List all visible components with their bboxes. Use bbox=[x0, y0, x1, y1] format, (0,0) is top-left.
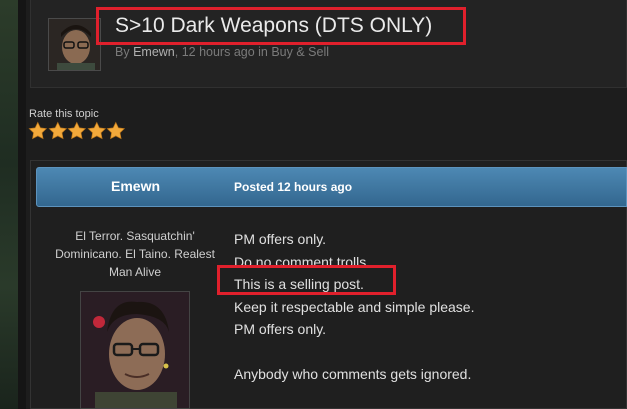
user-title-line: Man Alive bbox=[108, 265, 162, 279]
post-line bbox=[234, 341, 474, 364]
post-line: Anybody who comments gets ignored. bbox=[234, 366, 472, 382]
post-line: PM offers only. bbox=[234, 321, 327, 337]
rating-label: Rate this topic bbox=[29, 108, 99, 120]
post-line: PM offers only. bbox=[234, 231, 327, 247]
topic-meta: By Emewn, 12 hours ago in Buy & Sell bbox=[115, 45, 329, 59]
meta-prefix: By bbox=[115, 45, 134, 59]
line-highlight-box bbox=[217, 265, 396, 295]
star-icon[interactable] bbox=[106, 121, 126, 141]
user-title-line: Dominicano. El Taino. Realest bbox=[55, 247, 215, 261]
meta-suffix: , 12 hours ago in Buy & Sell bbox=[174, 45, 330, 59]
star-icon[interactable] bbox=[28, 121, 48, 141]
post-date: Posted 12 hours ago bbox=[234, 180, 353, 194]
user-title: El Terror. Sasquatchin' Dominicano. El T… bbox=[50, 227, 220, 281]
star-icon[interactable] bbox=[67, 121, 87, 141]
background-art bbox=[0, 0, 18, 409]
title-highlight-box bbox=[96, 7, 466, 45]
post-line: Keep it respectable and simple please. bbox=[234, 298, 475, 315]
star-icon[interactable] bbox=[87, 121, 107, 141]
post-author-name[interactable]: Emewn bbox=[111, 178, 160, 194]
user-photo[interactable] bbox=[80, 291, 190, 409]
post-body: PM offers only. Do no comment trolls. Th… bbox=[234, 228, 474, 386]
star-icon[interactable] bbox=[48, 121, 68, 141]
topic-author-link[interactable]: Emewn bbox=[133, 45, 175, 59]
background-gutter bbox=[18, 0, 26, 409]
user-title-line: El Terror. Sasquatchin' bbox=[75, 229, 195, 243]
author-avatar[interactable] bbox=[48, 18, 101, 71]
rating-stars[interactable] bbox=[28, 121, 126, 141]
